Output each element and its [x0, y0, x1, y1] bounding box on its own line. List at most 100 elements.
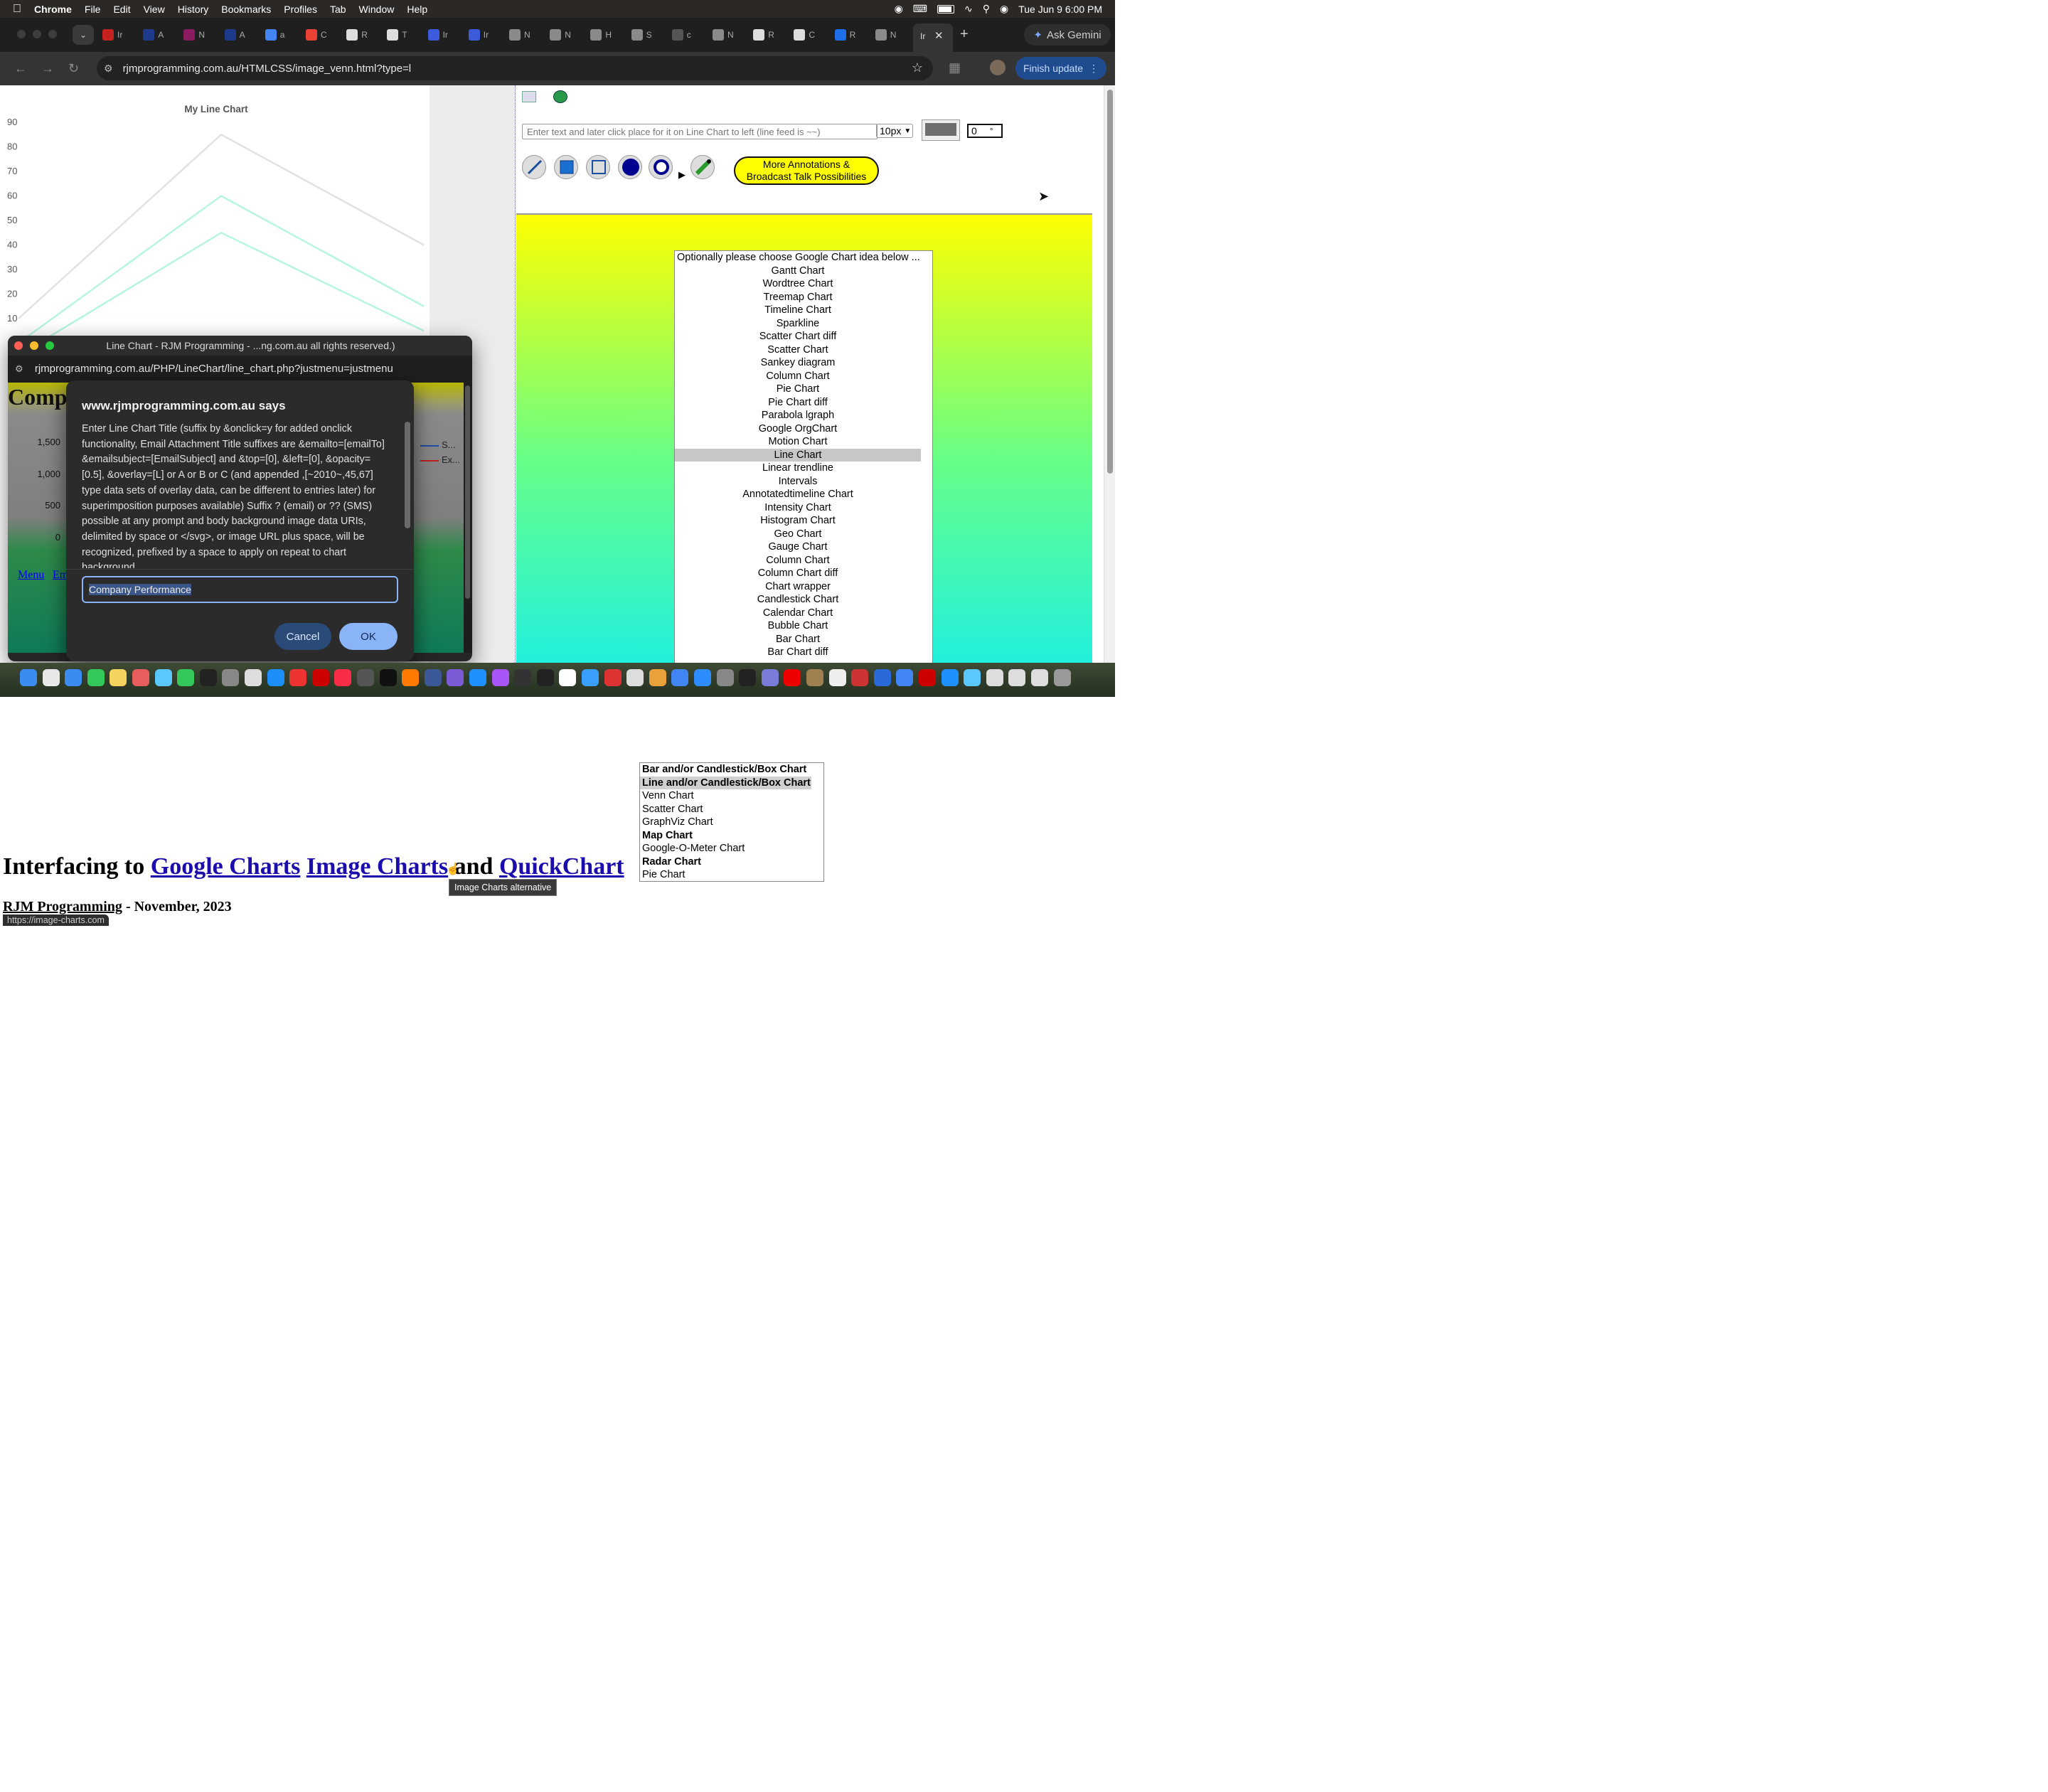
chart-type-option[interactable]: Venn Chart	[640, 789, 811, 803]
tab-16[interactable]: R	[753, 25, 790, 45]
popup-minimize-button[interactable]	[30, 341, 38, 350]
dock-app-icon[interactable]	[424, 669, 442, 686]
chart-type-option[interactable]: Map Chart	[640, 829, 811, 843]
dock-app-icon[interactable]	[582, 669, 599, 686]
tab-12[interactable]: H	[590, 25, 627, 45]
tab-3[interactable]: A	[224, 25, 262, 45]
reload-icon[interactable]: ↻	[68, 61, 79, 76]
tab-15[interactable]: N	[713, 25, 750, 45]
chart-option[interactable]: Chart wrapper	[675, 580, 921, 594]
app-menu-chrome[interactable]: Chrome	[34, 4, 72, 15]
ok-button[interactable]: OK	[339, 623, 398, 650]
dock-app-icon[interactable]	[559, 669, 577, 686]
rotation-input[interactable]: 0 °	[967, 124, 1003, 138]
chart-option[interactable]: Column Chart diff	[675, 567, 921, 580]
font-size-select[interactable]: 10px ▼	[876, 124, 913, 138]
chart-type-select[interactable]: Bar and/or Candlestick/Box Chart Line and…	[639, 762, 824, 882]
pencil-tool-button[interactable]	[690, 155, 715, 179]
chart-option[interactable]: Wordtree Chart	[675, 277, 921, 291]
chart-option[interactable]: Annotatedtimeline Chart	[675, 488, 921, 501]
extensions-puzzle-icon[interactable]: ▦	[949, 60, 961, 75]
chart-option[interactable]: Histogram Chart	[675, 514, 921, 528]
chart-type-option[interactable]: Line and/or Candlestick/Box Chart	[640, 776, 811, 789]
tab-active[interactable]: Ir ✕	[913, 23, 953, 52]
page-scrollbar[interactable]	[1104, 85, 1115, 663]
dock-app-icon[interactable]	[604, 669, 622, 686]
popup-menu-link[interactable]: Menu	[18, 569, 44, 582]
dock-app-icon[interactable]	[402, 669, 420, 686]
quickchart-link[interactable]: QuickChart	[499, 853, 624, 880]
chart-option[interactable]: Bar Chart diff	[675, 646, 921, 659]
tab-1[interactable]: A	[143, 25, 180, 45]
chart-option[interactable]: Candlestick Chart	[675, 593, 921, 607]
dock-app-icon[interactable]	[110, 669, 127, 686]
menu-bookmarks[interactable]: Bookmarks	[221, 4, 271, 15]
color-picker[interactable]	[922, 119, 960, 141]
tab-13[interactable]: S	[631, 25, 668, 45]
dock-app-icon[interactable]	[334, 669, 352, 686]
chart-option[interactable]: Gantt Chart	[675, 265, 921, 278]
dock-app-icon[interactable]	[806, 669, 823, 686]
menu-file[interactable]: File	[85, 4, 101, 15]
dock-app-icon[interactable]	[873, 669, 891, 686]
dock-app-icon[interactable]	[177, 669, 195, 686]
dock-app-icon[interactable]	[964, 669, 981, 686]
tab-14[interactable]: c	[671, 25, 709, 45]
menu-edit[interactable]: Edit	[113, 4, 130, 15]
bot-icon[interactable]: ◉	[895, 3, 903, 15]
chart-option[interactable]: Parabola lgraph	[675, 409, 921, 422]
profile-avatar[interactable]	[990, 60, 1006, 75]
chart-option[interactable]: Pie Chart diff	[675, 396, 921, 410]
chart-option[interactable]: Gauge Chart	[675, 540, 921, 554]
dock-app-icon[interactable]	[649, 669, 666, 686]
menu-view[interactable]: View	[144, 4, 165, 15]
more-annotations-button[interactable]: More Annotations & Broadcast Talk Possib…	[734, 156, 879, 185]
image-icon[interactable]	[522, 91, 536, 102]
dock-app-icon[interactable]	[245, 669, 262, 686]
dock-app-icon[interactable]	[986, 669, 1003, 686]
forward-arrow-icon[interactable]: →	[41, 61, 54, 76]
dock-app-icon[interactable]	[311, 669, 329, 686]
site-info-icon[interactable]: ⚙	[15, 363, 23, 374]
menu-window[interactable]: Window	[359, 4, 395, 15]
tab-2[interactable]: N	[183, 25, 220, 45]
tab-17[interactable]: C	[794, 25, 831, 45]
chart-option[interactable]: Linear trendline	[675, 462, 921, 475]
tab-5[interactable]: C	[306, 25, 343, 45]
dock-app-icon[interactable]	[941, 669, 959, 686]
site-info-icon[interactable]: ⚙	[104, 63, 113, 75]
chart-option[interactable]: Calendar Chart	[675, 607, 921, 620]
window-zoom-button[interactable]	[48, 30, 57, 38]
filled-rect-tool-button[interactable]	[554, 155, 578, 179]
chart-option[interactable]: Google OrgChart	[675, 422, 921, 436]
filled-circle-tool-button[interactable]	[618, 155, 642, 179]
dock-app-icon[interactable]	[1008, 669, 1026, 686]
dock-app-icon[interactable]	[65, 669, 82, 686]
google-chart-select[interactable]: Optionally please choose Google Chart id…	[674, 250, 933, 663]
dock-app-icon[interactable]	[626, 669, 644, 686]
dock-app-icon[interactable]	[447, 669, 464, 686]
tab-8[interactable]: Ir	[427, 25, 465, 45]
battery-icon[interactable]	[937, 4, 954, 14]
dock-app-icon[interactable]	[1031, 669, 1048, 686]
dock-app-icon[interactable]	[514, 669, 532, 686]
chart-option[interactable]: Geo Chart	[675, 528, 921, 541]
tab-11[interactable]: N	[550, 25, 587, 45]
control-center-icon[interactable]: ◉	[1000, 3, 1008, 15]
dock-app-icon[interactable]	[267, 669, 284, 686]
dock-app-icon[interactable]	[491, 669, 509, 686]
rect-tool-button[interactable]	[586, 155, 610, 179]
tab-6[interactable]: R	[346, 25, 383, 45]
chart-option[interactable]: Column Chart	[675, 370, 921, 383]
back-arrow-icon[interactable]: ←	[14, 61, 27, 76]
tab-4[interactable]: a	[265, 25, 302, 45]
tab-close-icon[interactable]: ✕	[934, 29, 944, 42]
chart-type-option[interactable]: GraphViz Chart	[640, 816, 811, 829]
circle-tool-button[interactable]	[649, 155, 673, 179]
chart-option[interactable]: Intervals	[675, 475, 921, 489]
tab-9[interactable]: Ir	[468, 25, 506, 45]
window-minimize-button[interactable]	[33, 30, 41, 38]
chart-option[interactable]: Column Chart	[675, 554, 921, 567]
tab-7[interactable]: T	[387, 25, 424, 45]
dock-app-icon[interactable]	[1053, 669, 1071, 686]
